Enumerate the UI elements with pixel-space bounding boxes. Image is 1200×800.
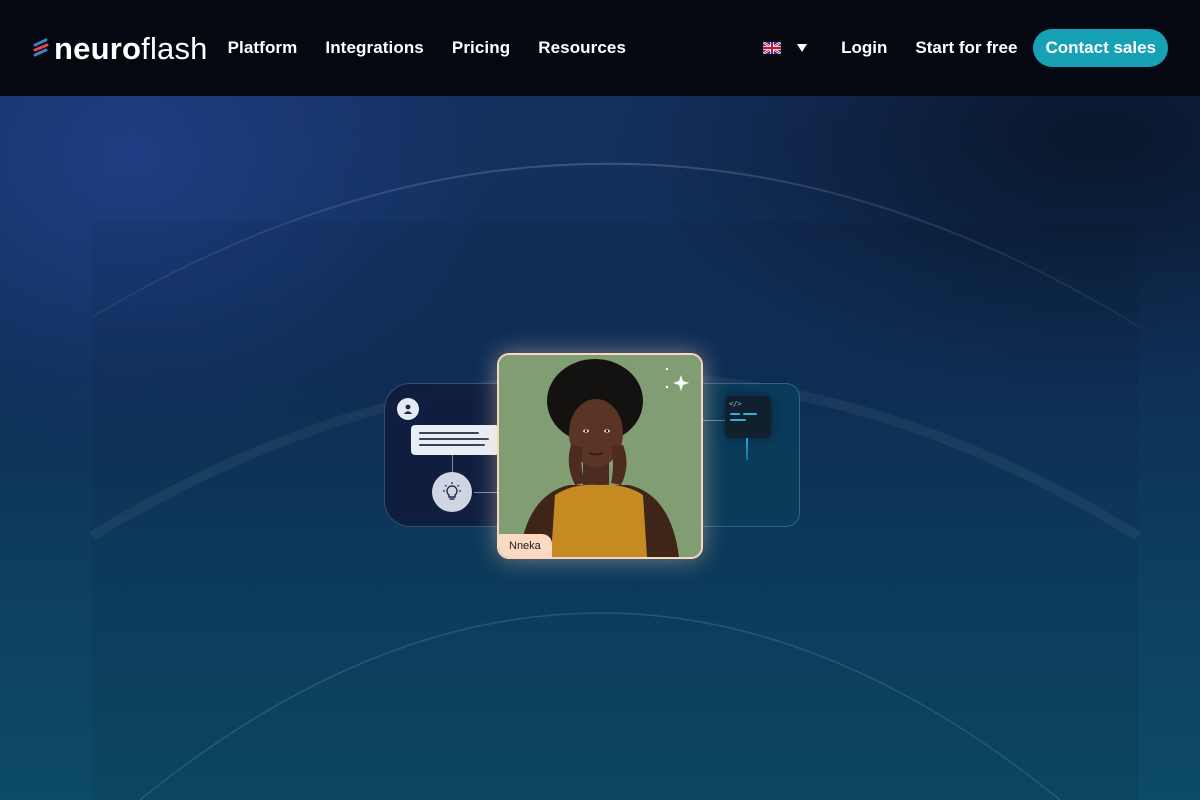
lightbulb-icon (432, 472, 472, 512)
main-menu: Platform Integrations Pricing Resources (228, 38, 626, 58)
chat-line (419, 438, 489, 440)
persona-portrait: Nneka (497, 353, 703, 559)
code-line (730, 419, 746, 421)
nav-pricing[interactable]: Pricing (452, 38, 510, 58)
chat-bubble-icon (411, 425, 499, 455)
login-link[interactable]: Login (841, 38, 887, 58)
connector-line (746, 438, 748, 460)
contact-sales-button[interactable]: Contact sales (1033, 29, 1168, 67)
chat-line (419, 444, 485, 446)
neuroflash-logo[interactable]: neuroflash (32, 28, 208, 68)
language-selector[interactable] (763, 42, 808, 54)
chevron-down-icon (797, 44, 808, 52)
code-line (730, 413, 740, 415)
uk-flag-icon (763, 42, 782, 54)
user-icon (397, 398, 419, 420)
nav-platform[interactable]: Platform (228, 38, 298, 58)
logo-wordmark: neuroflash (54, 33, 208, 64)
code-icon: </> (725, 396, 771, 438)
chat-line (419, 432, 479, 434)
code-tag-glyph: </> (729, 400, 742, 408)
logo-word-bold: neuro (54, 30, 142, 66)
logo-word-light: flash (141, 30, 208, 66)
persona-name-tag: Nneka (499, 534, 552, 557)
connector-line (452, 455, 453, 473)
nav-integrations[interactable]: Integrations (325, 38, 424, 58)
connector-line (703, 420, 725, 421)
account-links: Login Start for free (841, 38, 1017, 58)
persona-photo (499, 355, 701, 557)
logo-mark-icon (33, 38, 49, 57)
code-line (743, 413, 757, 415)
top-navigation: neuroflash Platform Integrations Pricing… (0, 0, 1200, 96)
nav-resources[interactable]: Resources (538, 38, 626, 58)
start-for-free-link[interactable]: Start for free (915, 38, 1017, 58)
